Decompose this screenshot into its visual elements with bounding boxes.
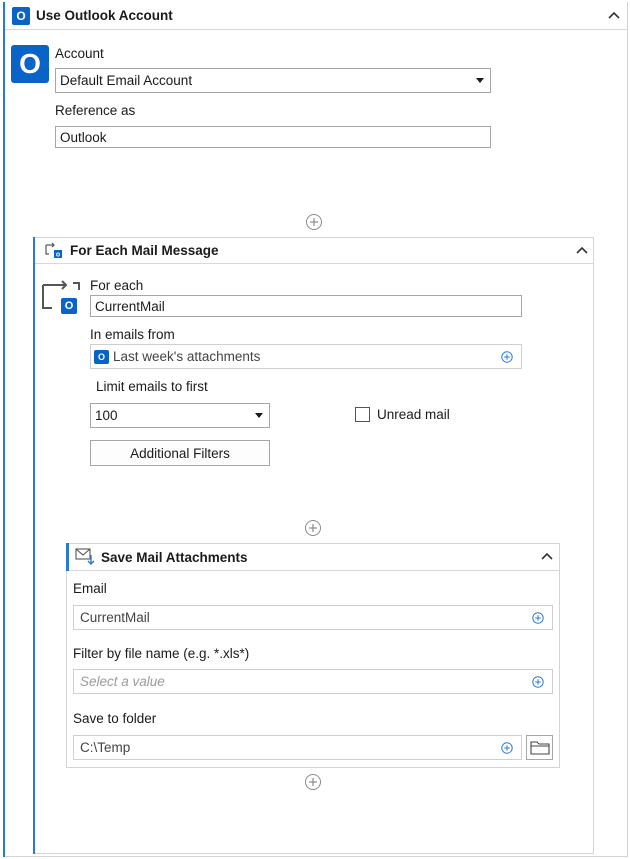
filter-file-name-placeholder: Select a value bbox=[80, 674, 165, 689]
plus-circle-icon[interactable] bbox=[532, 611, 544, 624]
dropdown-arrow-icon bbox=[255, 412, 263, 418]
in-emails-from-input[interactable]: O Last week's attachments bbox=[90, 344, 522, 369]
in-emails-from-value: Last week's attachments bbox=[113, 349, 261, 364]
outlook-icon: O bbox=[61, 298, 77, 314]
email-value: CurrentMail bbox=[80, 610, 150, 625]
save-to-folder-value: C:\Temp bbox=[80, 740, 131, 755]
limit-emails-dropdown[interactable]: 100 bbox=[90, 403, 270, 428]
use-outlook-account-title: Use Outlook Account bbox=[36, 8, 173, 23]
collapse-chevron-up-icon[interactable] bbox=[575, 243, 589, 257]
loop-mail-icon: o bbox=[44, 241, 64, 259]
filter-file-name-input[interactable]: Select a value bbox=[73, 669, 553, 694]
mail-download-icon bbox=[75, 547, 95, 566]
outlook-folder-icon: O bbox=[94, 349, 109, 364]
additional-filters-button[interactable]: Additional Filters bbox=[90, 440, 270, 466]
reference-as-input[interactable]: Outlook bbox=[55, 126, 491, 148]
scope-accent-bar bbox=[33, 237, 35, 854]
for-each-value: CurrentMail bbox=[95, 298, 165, 314]
for-each-label: For each bbox=[90, 278, 144, 293]
for-each-mail-message-title: For Each Mail Message bbox=[70, 243, 219, 258]
account-dropdown-value: Default Email Account bbox=[60, 73, 193, 88]
for-each-mail-message-header[interactable]: o For Each Mail Message bbox=[35, 237, 593, 264]
folder-icon bbox=[529, 741, 550, 755]
browse-folder-button[interactable] bbox=[526, 735, 553, 760]
add-activity-icon[interactable] bbox=[305, 213, 323, 231]
email-input[interactable]: CurrentMail bbox=[73, 605, 553, 630]
reference-as-label: Reference as bbox=[55, 103, 136, 118]
scope-accent-bar bbox=[3, 2, 5, 857]
save-mail-attachments-title: Save Mail Attachments bbox=[101, 550, 248, 565]
unread-mail-checkbox[interactable] bbox=[355, 407, 370, 422]
save-to-folder-input[interactable]: C:\Temp bbox=[73, 735, 522, 760]
outlook-icon: O bbox=[12, 7, 30, 25]
save-to-folder-label: Save to folder bbox=[73, 711, 157, 726]
collapse-chevron-up-icon[interactable] bbox=[607, 8, 621, 22]
plus-circle-icon[interactable] bbox=[501, 741, 513, 754]
dropdown-arrow-icon bbox=[476, 77, 484, 83]
add-activity-icon[interactable] bbox=[304, 773, 322, 791]
use-outlook-account-header[interactable]: O Use Outlook Account bbox=[5, 2, 627, 30]
in-emails-from-label: In emails from bbox=[90, 327, 175, 342]
account-dropdown[interactable]: Default Email Account bbox=[55, 68, 491, 93]
collapse-chevron-up-icon[interactable] bbox=[540, 549, 554, 563]
limit-emails-label: Limit emails to first bbox=[96, 379, 208, 394]
save-mail-attachments-header[interactable]: Save Mail Attachments bbox=[69, 543, 559, 571]
account-label: Account bbox=[55, 46, 104, 61]
add-activity-icon[interactable] bbox=[304, 519, 322, 537]
outlook-large-icon: O bbox=[11, 45, 49, 83]
plus-circle-icon[interactable] bbox=[501, 350, 513, 363]
svg-text:o: o bbox=[56, 252, 60, 259]
for-each-input[interactable]: CurrentMail bbox=[90, 295, 522, 317]
limit-emails-value: 100 bbox=[95, 408, 118, 423]
plus-circle-icon[interactable] bbox=[532, 675, 544, 688]
filter-file-name-label: Filter by file name (e.g. *.xls*) bbox=[73, 646, 250, 661]
email-label: Email bbox=[73, 581, 107, 596]
reference-as-value: Outlook bbox=[60, 129, 107, 145]
unread-mail-label: Unread mail bbox=[377, 407, 450, 422]
